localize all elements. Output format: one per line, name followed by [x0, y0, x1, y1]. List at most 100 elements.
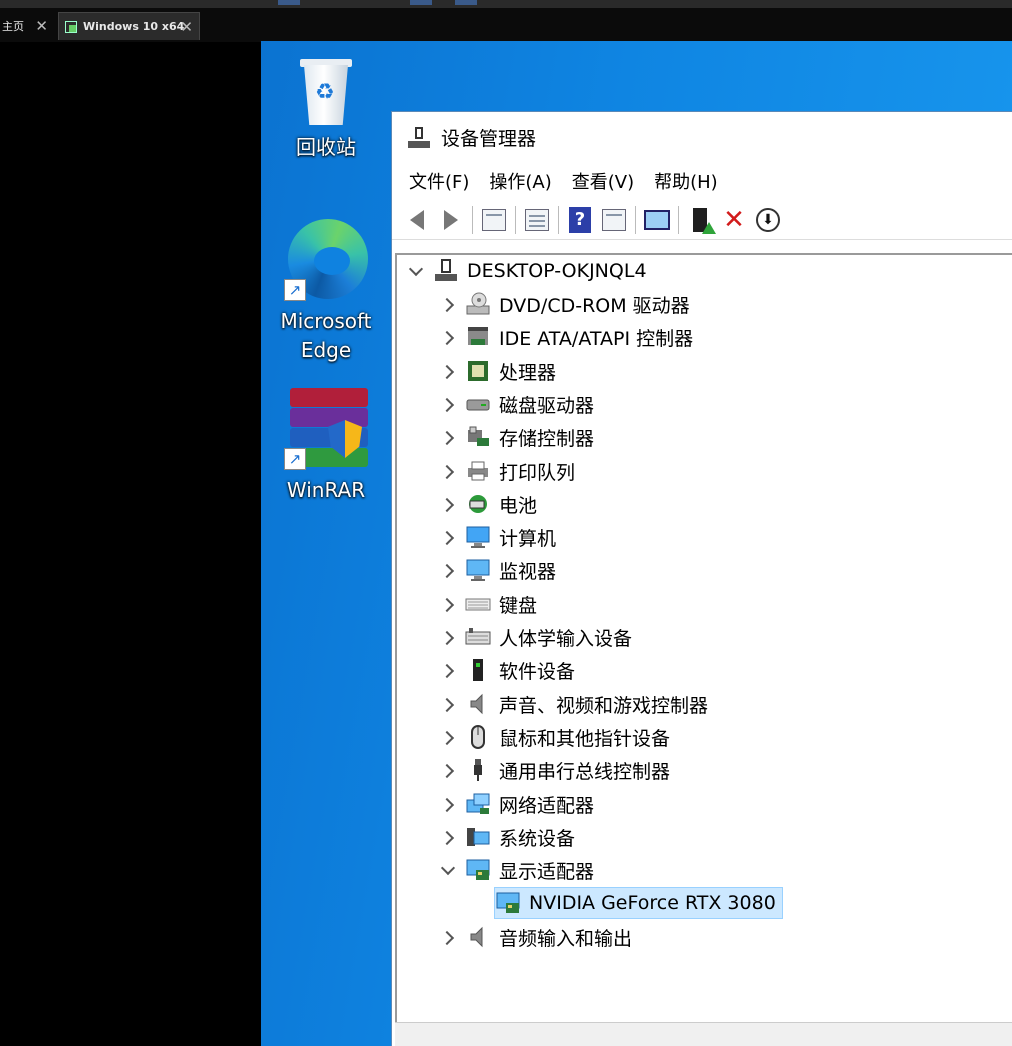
tree-item-label: 电池 [499, 494, 538, 517]
chevron-right-icon[interactable] [439, 696, 455, 712]
action-pane-button[interactable] [597, 204, 631, 236]
forward-button[interactable] [434, 204, 468, 236]
show-hide-console-tree-button[interactable] [477, 204, 511, 236]
chevron-right-icon[interactable] [439, 662, 455, 678]
tree-root-label: DESKTOP-OKJNQL4 [467, 260, 647, 282]
tree-category-item[interactable]: 音频输入和输出 [439, 921, 632, 953]
hid-icon [465, 624, 491, 650]
host-tab-home-label: 主页 [2, 20, 24, 33]
update-driver-icon [693, 207, 716, 234]
system-device-icon [465, 824, 491, 850]
help-icon: ? [569, 206, 591, 233]
tree-item-label: 鼠标和其他指针设备 [499, 727, 671, 750]
edge-label-line1: Microsoft [280, 309, 372, 333]
tree-item-label: 显示适配器 [499, 860, 595, 883]
host-tab-vm[interactable]: Windows 10 x64 ✕ [58, 12, 200, 40]
chevron-right-icon[interactable] [439, 296, 455, 312]
chevron-right-icon[interactable] [439, 829, 455, 845]
chevron-right-icon[interactable] [439, 429, 455, 445]
tree-item-label: DVD/CD-ROM 驱动器 [499, 294, 690, 317]
close-icon[interactable]: ✕ [35, 17, 48, 35]
tree-item-label: 键盘 [499, 594, 538, 617]
help-button[interactable]: ? [563, 204, 597, 236]
scan-hardware-icon [644, 209, 670, 230]
recycle-bin-icon: ♻ [295, 57, 357, 129]
sound-icon [465, 691, 491, 717]
host-tab-home[interactable]: 主页 ✕ [0, 12, 54, 40]
tree-category-item[interactable]: 处理器 [439, 355, 556, 387]
host-top-strip [0, 0, 1012, 8]
chevron-right-icon[interactable] [439, 629, 455, 645]
properties-button[interactable] [520, 204, 554, 236]
desktop-icon-winrar[interactable]: ↗ WinRAR [261, 386, 391, 505]
tree-category-item[interactable]: 软件设备 [439, 654, 575, 686]
title-bar[interactable]: 设备管理器 [392, 112, 1012, 162]
tree-category-item[interactable]: 打印队列 [439, 455, 575, 487]
tree-root[interactable]: DESKTOP-OKJNQL4 [407, 255, 647, 287]
tree-category-item[interactable]: 通用串行总线控制器 [439, 754, 670, 786]
tree-category-item[interactable]: IDE ATA/ATAPI 控制器 [439, 321, 693, 353]
uninstall-button[interactable]: ✕ [717, 204, 751, 236]
disk-drive-icon [465, 391, 491, 417]
back-button[interactable] [400, 204, 434, 236]
chevron-right-icon[interactable] [439, 396, 455, 412]
chevron-right-icon[interactable] [439, 596, 455, 612]
tree-category-item[interactable]: 鼠标和其他指针设备 [439, 721, 670, 753]
menu-file[interactable]: 文件(F) [401, 164, 477, 198]
close-icon[interactable]: ✕ [180, 18, 193, 36]
window-title: 设备管理器 [441, 127, 537, 150]
edge-label-line2: Edge [300, 338, 352, 362]
chevron-right-icon[interactable] [439, 529, 455, 545]
tree-category-item[interactable]: 磁盘驱动器 [439, 388, 594, 420]
tree-item-label: 监视器 [499, 560, 557, 583]
tree-device-item[interactable]: NVIDIA GeForce RTX 3080 [494, 887, 783, 919]
menu-action[interactable]: 操作(A) [481, 164, 559, 198]
tree-category-item[interactable]: 计算机 [439, 521, 556, 553]
chevron-right-icon[interactable] [439, 929, 455, 945]
storage-controller-icon [465, 424, 491, 450]
tree-item-label: 打印队列 [499, 461, 576, 484]
tree-category-item[interactable]: 存储控制器 [439, 421, 594, 453]
tree-category-item[interactable]: 电池 [439, 488, 537, 520]
menu-bar: 文件(F) 操作(A) 查看(V) 帮助(H) [392, 162, 1012, 200]
chevron-right-icon[interactable] [439, 363, 455, 379]
tree-category-item[interactable]: 网络适配器 [439, 788, 594, 820]
disable-device-button[interactable]: ⬇ [751, 204, 785, 236]
tree-item-label: IDE ATA/ATAPI 控制器 [499, 327, 694, 350]
recycle-bin-label: 回收站 [296, 135, 356, 159]
console-tree-icon [482, 208, 506, 231]
desktop-icon-edge[interactable]: ↗ Microsoft Edge [261, 217, 391, 365]
tree-category-item[interactable]: 显示适配器 [439, 854, 594, 886]
desktop-icon-recycle-bin[interactable]: ♻ 回收站 [261, 57, 391, 162]
tree-item-label: 人体学输入设备 [499, 627, 633, 650]
tree-item-label: 网络适配器 [499, 794, 595, 817]
tree-category-item[interactable]: DVD/CD-ROM 驱动器 [439, 288, 690, 320]
audio-io-icon [465, 924, 491, 950]
tree-item-label: 处理器 [499, 361, 557, 384]
chevron-right-icon[interactable] [439, 463, 455, 479]
tree-item-label: 计算机 [499, 527, 557, 550]
chevron-right-icon[interactable] [439, 729, 455, 745]
menu-view[interactable]: 查看(V) [564, 164, 642, 198]
virtual-machine-icon [65, 20, 77, 33]
tree-category-item[interactable]: 人体学输入设备 [439, 621, 632, 653]
update-driver-button[interactable] [683, 204, 717, 236]
tree-category-item[interactable]: 监视器 [439, 554, 556, 586]
menu-help[interactable]: 帮助(H) [646, 164, 726, 198]
chevron-right-icon[interactable] [439, 796, 455, 812]
tree-category-item[interactable]: 键盘 [439, 588, 537, 620]
tree-category-item[interactable]: 声音、视频和游戏控制器 [439, 688, 708, 720]
chevron-right-icon[interactable] [439, 562, 455, 578]
scan-hardware-button[interactable] [640, 204, 674, 236]
tree-category-item[interactable]: 系统设备 [439, 821, 575, 853]
chevron-down-icon[interactable] [439, 862, 455, 878]
processor-icon [465, 358, 491, 384]
toolbar: ? ✕ ⬇ [392, 200, 1012, 240]
chevron-down-icon[interactable] [407, 263, 423, 279]
back-arrow-icon [410, 209, 424, 230]
chevron-right-icon[interactable] [439, 762, 455, 778]
edge-icon: ↗ [284, 217, 368, 301]
tree-item-label: NVIDIA GeForce RTX 3080 [529, 892, 776, 914]
chevron-right-icon[interactable] [439, 329, 455, 345]
chevron-right-icon[interactable] [439, 496, 455, 512]
